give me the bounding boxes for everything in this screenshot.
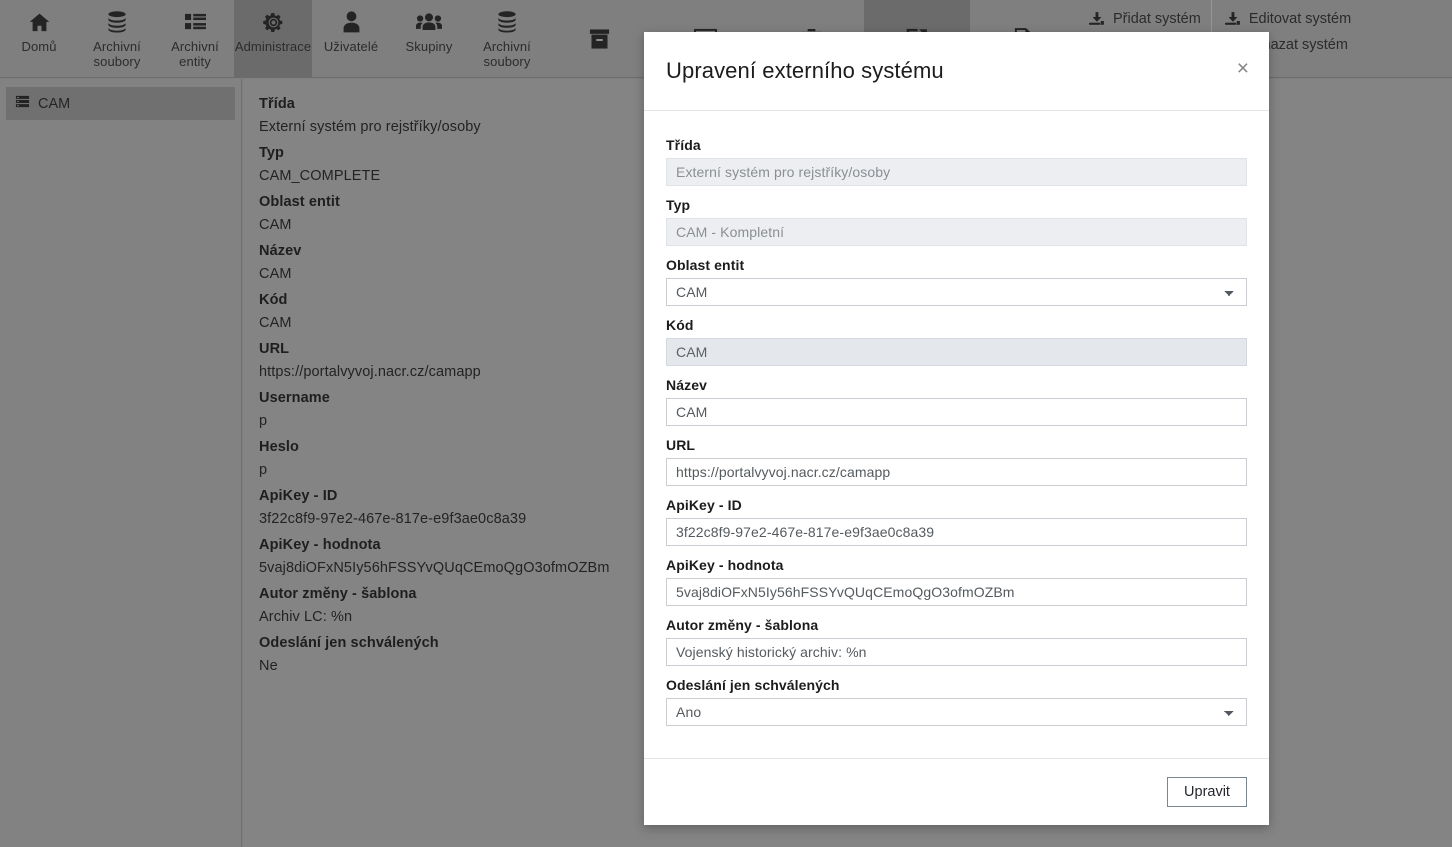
nav-item-archivn-entity[interactable]: Archivní entity (156, 0, 234, 77)
nav-archive-box-button[interactable] (546, 0, 652, 77)
field-url: URL (666, 437, 1247, 486)
select-odeslani-jen-schvalenych[interactable]: Ano (666, 698, 1247, 726)
input-nazev[interactable] (666, 398, 1247, 426)
field-label-oblast-entit: Oblast entit (666, 257, 1247, 273)
primary-nav: DomůArchivní souboryArchivní entityAdmin… (0, 0, 546, 77)
sidebar-item-cam[interactable]: CAM (6, 87, 235, 120)
input-apikey-hodnota[interactable] (666, 578, 1247, 606)
input-kod (666, 338, 1247, 366)
nav-item-label: Skupiny (406, 39, 453, 54)
field-apikey-hodnota: ApiKey - hodnota (666, 557, 1247, 606)
dialog-footer: Upravit (644, 758, 1269, 825)
close-icon[interactable]: × (1237, 58, 1249, 79)
nav-item-label: Archivní soubory (468, 39, 546, 69)
import-down-icon (1224, 11, 1241, 28)
nav-item-skupiny[interactable]: Skupiny (390, 0, 468, 77)
field-autor-zmeny-sablona: Autor změny - šablona (666, 617, 1247, 666)
nav-item-archivn-soubory[interactable]: Archivní soubory (78, 0, 156, 77)
dialog-header: Upravení externího systému × (644, 32, 1269, 111)
archive-box-icon (589, 24, 610, 54)
nav-item-administrace[interactable]: Administrace (234, 0, 312, 77)
select-typ: CAM - Kompletní (666, 218, 1247, 246)
action-p-idat-syst-m[interactable]: Přidat systém (1088, 6, 1201, 32)
database-stack-icon (496, 7, 518, 37)
nav-item-dom[interactable]: Domů (0, 0, 78, 77)
nav-item-u-ivatel[interactable]: Uživatelé (312, 0, 390, 77)
field-label-autor-zmeny-sablona: Autor změny - šablona (666, 617, 1247, 633)
nav-item-label: Domů (21, 39, 56, 54)
nav-item-label: Archivní soubory (78, 39, 156, 69)
field-label-apikey-id: ApiKey - ID (666, 497, 1247, 513)
sidebar-item-label: CAM (38, 96, 70, 112)
import-down-icon (1088, 11, 1105, 28)
action-label: Editovat systém (1249, 11, 1351, 27)
dialog-title: Upravení externího systému (666, 58, 944, 84)
database-stack-icon (106, 7, 128, 37)
home-icon (28, 7, 51, 37)
edit-external-system-dialog: Upravení externího systému × Třída Extern… (644, 32, 1269, 825)
action-label: Přidat systém (1113, 11, 1201, 27)
users-group-icon (416, 7, 442, 37)
input-url[interactable] (666, 458, 1247, 486)
field-kod: Kód (666, 317, 1247, 366)
input-apikey-id[interactable] (666, 518, 1247, 546)
user-icon (343, 7, 360, 37)
nav-item-label: Administrace (235, 39, 311, 54)
input-autor-zmeny-sablona[interactable] (666, 638, 1247, 666)
action-editovat-syst-m[interactable]: Editovat systém (1224, 6, 1351, 32)
list-grid-icon (184, 7, 207, 37)
field-label-typ: Typ (666, 197, 1247, 213)
field-label-nazev: Název (666, 377, 1247, 393)
field-apikey-id: ApiKey - ID (666, 497, 1247, 546)
field-odeslani-jen-schvalenych: Odeslání jen schválených Ano (666, 677, 1247, 726)
field-label-kod: Kód (666, 317, 1247, 333)
nav-item-archivn-soubory[interactable]: Archivní soubory (468, 0, 546, 77)
gear-icon (262, 7, 285, 37)
field-label-trida: Třída (666, 137, 1247, 153)
field-typ: Typ CAM - Kompletní (666, 197, 1247, 246)
field-trida: Třída Externí systém pro rejstříky/osoby (666, 137, 1247, 186)
nav-item-label: Archivní entity (156, 39, 234, 69)
server-stack-icon (15, 94, 30, 113)
field-nazev: Název (666, 377, 1247, 426)
dialog-form: TřídaExterní systém pro rejstříky/osobyT… (644, 111, 1269, 758)
field-label-apikey-hodnota: ApiKey - hodnota (666, 557, 1247, 573)
select-oblast-entit[interactable]: CAM (666, 278, 1247, 306)
nav-item-label: Uživatelé (324, 39, 378, 54)
systems-list-panel: CAM (0, 79, 242, 847)
submit-button[interactable]: Upravit (1167, 777, 1247, 807)
field-label-url: URL (666, 437, 1247, 453)
field-label-odeslani-jen-schvalenych: Odeslání jen schválených (666, 677, 1247, 693)
field-oblast-entit: Oblast entit CAM (666, 257, 1247, 306)
select-trida: Externí systém pro rejstříky/osoby (666, 158, 1247, 186)
